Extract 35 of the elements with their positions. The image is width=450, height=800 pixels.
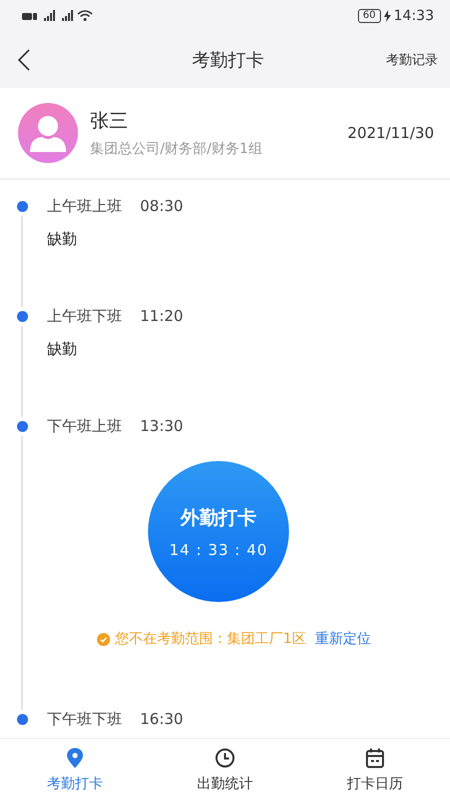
tab[interactable]: 考勤打卡 — [0, 739, 150, 800]
shift-label: 上午班上班 — [47, 197, 122, 216]
clock-icon — [215, 746, 235, 768]
timeline-dot — [16, 421, 28, 432]
timeline-dot — [16, 201, 28, 212]
shift-time: 16:30 — [140, 710, 184, 729]
shift-label: 上午班下班 — [47, 307, 122, 326]
shift-time: 08:30 — [140, 197, 184, 216]
relocate-link[interactable]: 重新定位 — [310, 630, 371, 648]
back-icon — [18, 49, 30, 71]
location-pin-icon — [65, 746, 85, 768]
shift-label: 下午班下班 — [47, 710, 122, 729]
timeline-dot — [16, 311, 28, 322]
avatar-icon — [18, 103, 78, 163]
charging-icon — [384, 10, 391, 22]
tab[interactable]: 打卡日历 — [300, 739, 450, 800]
status-time: 14:33 — [394, 8, 434, 24]
attendance-status: 缺勤 — [47, 340, 78, 359]
punch-button[interactable]: 外勤打卡 14 : 33 : 40 — [148, 461, 289, 602]
shift-time: 11:20 — [140, 307, 184, 326]
shift-time: 13:30 — [140, 417, 184, 436]
calendar-icon — [365, 746, 385, 768]
records-link[interactable]: 考勤记录 — [386, 51, 438, 69]
battery-level: 60 — [358, 9, 381, 23]
department-path: 集团总公司/财务部/财务1组 — [90, 140, 264, 158]
date-label: 2021/11/30 — [348, 124, 434, 142]
shift-label: 下午班上班 — [47, 417, 122, 436]
range-warning: 您不在考勤范围：集团工厂1区 — [115, 630, 306, 648]
attendance-status: 缺勤 — [47, 230, 78, 249]
check-circle-icon — [97, 632, 110, 646]
back-button[interactable] — [18, 49, 30, 71]
page-title: 考勤打卡 — [191, 49, 265, 72]
tab[interactable]: 出勤统计 — [150, 739, 300, 800]
timeline-dot — [16, 714, 28, 725]
user-name: 张三 — [90, 109, 129, 134]
